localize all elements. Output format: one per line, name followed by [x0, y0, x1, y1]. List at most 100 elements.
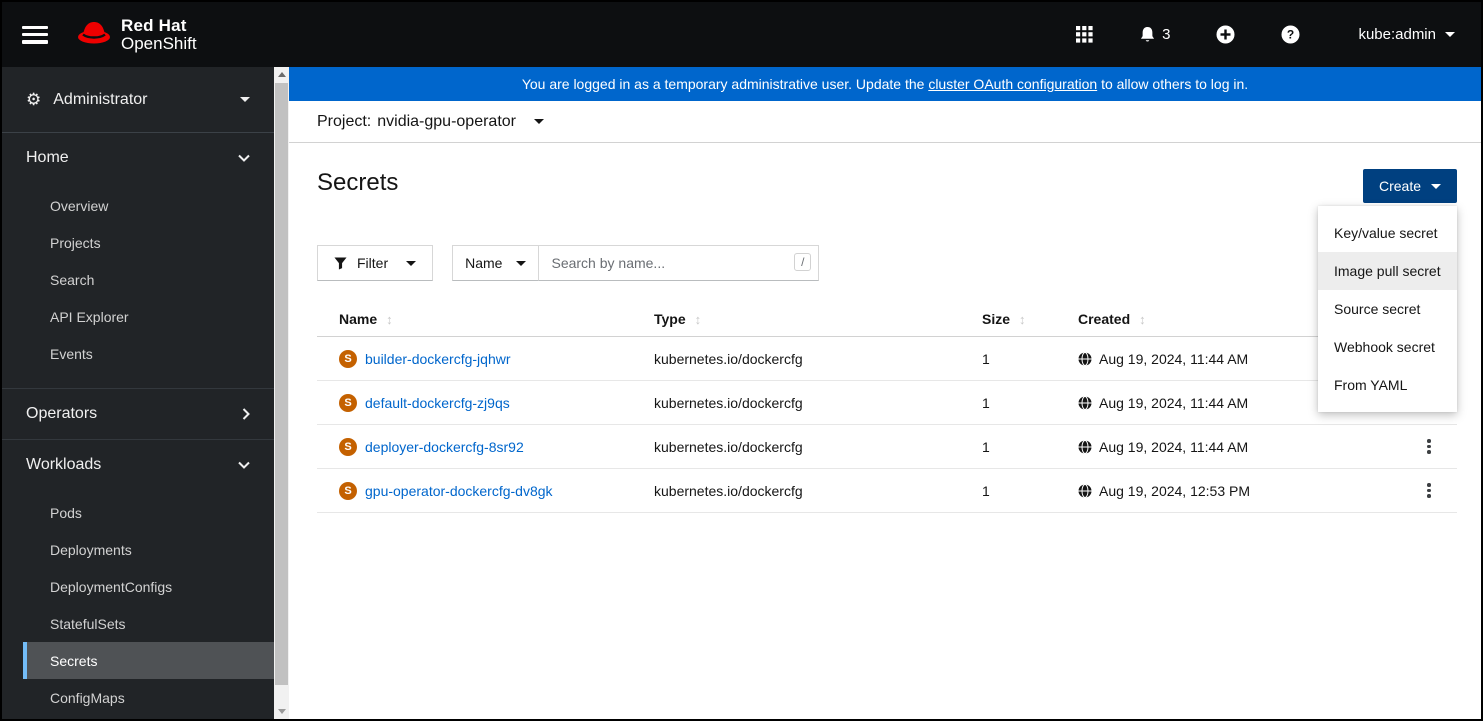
globe-timestamp-icon	[1078, 395, 1092, 410]
menu-item-source-secret[interactable]: Source secret	[1318, 290, 1457, 328]
perspective-switcher[interactable]: ⚙ Administrator	[2, 67, 274, 133]
caret-down-icon	[1431, 183, 1441, 189]
import-plus-circle-icon[interactable]	[1216, 25, 1235, 44]
secret-resource-icon: S	[339, 437, 357, 456]
svg-text:?: ?	[1287, 28, 1294, 42]
caret-down-icon	[534, 119, 544, 124]
username: kube:admin	[1358, 26, 1436, 43]
table-row: S gpu-operator-dockercfg-dv8gk kubernete…	[317, 469, 1457, 513]
nav-item-events[interactable]: Events	[2, 335, 274, 372]
sort-icon: ↕	[1019, 311, 1026, 327]
caret-down-icon	[406, 260, 417, 266]
secret-resource-icon: S	[339, 481, 357, 500]
slash-shortcut-hint: /	[794, 253, 812, 271]
sidebar-scrollbar[interactable]	[274, 67, 289, 719]
nav-item-search[interactable]: Search	[2, 261, 274, 298]
globe-timestamp-icon	[1078, 351, 1092, 366]
redhat-openshift-logo[interactable]: Red Hat OpenShift	[76, 15, 197, 53]
chevron-down-icon	[1445, 32, 1455, 37]
table-row: S deployer-dockercfg-8sr92 kubernetes.io…	[317, 425, 1457, 469]
nav-section-home[interactable]: Home	[2, 133, 274, 183]
secret-size: 1	[982, 482, 990, 499]
secret-size: 1	[982, 350, 990, 367]
menu-item-webhook-secret[interactable]: Webhook secret	[1318, 328, 1457, 366]
project-selector[interactable]: Project: nvidia-gpu-operator	[317, 113, 544, 131]
caret-down-icon	[516, 260, 527, 266]
search-attribute-dropdown[interactable]: Name	[452, 245, 540, 281]
filter-toolbar: Filter Name /	[317, 245, 1457, 281]
chevron-down-icon	[238, 461, 250, 469]
nav-toggle-hamburger-icon[interactable]	[22, 25, 48, 44]
secret-link[interactable]: deployer-dockercfg-8sr92	[365, 439, 524, 455]
secret-size: 1	[982, 438, 990, 455]
nav-item-api-explorer[interactable]: API Explorer	[2, 298, 274, 335]
secret-link[interactable]: default-dockercfg-zj9qs	[365, 395, 510, 411]
search-input[interactable]	[539, 245, 820, 281]
banner-text-before: You are logged in as a temporary adminis…	[521, 76, 929, 92]
nav-item-deploymentconfigs[interactable]: DeploymentConfigs	[2, 568, 274, 605]
secret-type: kubernetes.io/dockercfg	[654, 482, 803, 499]
create-dropdown-menu: Key/value secret Image pull secret Sourc…	[1318, 206, 1457, 412]
secret-type: kubernetes.io/dockercfg	[654, 394, 803, 411]
secret-type: kubernetes.io/dockercfg	[654, 350, 803, 367]
nav-item-projects[interactable]: Projects	[2, 224, 274, 261]
table-row: S builder-dockercfg-jqhwr kubernetes.io/…	[317, 337, 1457, 381]
secret-link[interactable]: gpu-operator-dockercfg-dv8gk	[365, 483, 553, 499]
secret-created: Aug 19, 2024, 12:53 PM	[1099, 482, 1250, 499]
nav-section-operators[interactable]: Operators	[2, 389, 274, 439]
nav-item-overview[interactable]: Overview	[2, 187, 274, 224]
nav-item-secrets[interactable]: Secrets	[23, 642, 274, 679]
create-button[interactable]: Create	[1362, 169, 1457, 203]
secrets-table: Name ↕ Type ↕ Size ↕ Created ↕ S builder-doc…	[317, 302, 1457, 513]
column-header-type[interactable]: Type ↕	[632, 311, 960, 327]
menu-item-from-yaml[interactable]: From YAML	[1318, 366, 1457, 404]
perspective-label: Administrator	[53, 90, 148, 108]
app-launcher-grid-icon[interactable]	[1076, 26, 1093, 43]
menu-item-image-pull-secret[interactable]: Image pull secret	[1318, 252, 1457, 290]
nav-section-workloads[interactable]: Workloads	[2, 440, 274, 490]
gears-icon: ⚙	[26, 89, 42, 109]
brand-text: Red Hat OpenShift	[121, 15, 197, 53]
column-header-size[interactable]: Size ↕	[960, 311, 1056, 327]
nav-item-statefulsets[interactable]: StatefulSets	[2, 605, 274, 642]
globe-timestamp-icon	[1078, 439, 1092, 454]
chevron-down-icon	[238, 154, 250, 162]
openshift-console-window: Red Hat OpenShift 3 ? kube:admin ⚙ Admin…	[0, 0, 1483, 721]
chevron-right-icon	[242, 408, 250, 420]
redhat-hat-icon	[76, 19, 112, 51]
help-question-circle-icon[interactable]: ?	[1281, 25, 1300, 44]
login-banner: You are logged in as a temporary adminis…	[289, 67, 1481, 101]
project-value: nvidia-gpu-operator	[377, 112, 516, 130]
secret-resource-icon: S	[339, 349, 357, 368]
menu-item-key-value-secret[interactable]: Key/value secret	[1318, 214, 1457, 252]
secret-created: Aug 19, 2024, 11:44 AM	[1099, 438, 1249, 455]
nav-home-items: Overview Projects Search API Explorer Ev…	[2, 183, 274, 388]
secret-size: 1	[982, 394, 990, 411]
column-header-name[interactable]: Name ↕	[317, 311, 632, 327]
sidebar-nav: ⚙ Administrator Home Overview Projects S…	[2, 67, 274, 719]
scrollbar-thumb[interactable]	[275, 83, 288, 685]
scrollbar-up-arrow[interactable]	[274, 67, 289, 82]
project-label: Project:	[317, 112, 372, 130]
sort-icon: ↕	[1139, 311, 1146, 327]
filter-dropdown[interactable]: Filter	[317, 245, 434, 281]
table-header-row: Name ↕ Type ↕ Size ↕ Created ↕	[317, 302, 1457, 337]
table-row: S default-dockercfg-zj9qs kubernetes.io/…	[317, 381, 1457, 425]
nav-item-pods[interactable]: Pods	[2, 494, 274, 531]
secret-link[interactable]: builder-dockercfg-jqhwr	[365, 351, 511, 367]
filter-funnel-icon	[334, 256, 347, 270]
notifications-bell-icon[interactable]: 3	[1139, 26, 1170, 44]
row-kebab-menu-icon[interactable]	[1417, 479, 1441, 503]
scrollbar-down-arrow[interactable]	[274, 704, 289, 719]
secret-type: kubernetes.io/dockercfg	[654, 438, 803, 455]
nav-item-configmaps[interactable]: ConfigMaps	[2, 679, 274, 716]
secret-created: Aug 19, 2024, 11:44 AM	[1099, 394, 1249, 411]
masthead-toolbar: 3 ?	[1030, 25, 1300, 44]
nav-workloads-items: Pods Deployments DeploymentConfigs State…	[2, 490, 274, 719]
user-menu[interactable]: kube:admin	[1358, 26, 1455, 43]
row-kebab-menu-icon[interactable]	[1417, 435, 1441, 459]
caret-down-icon	[240, 97, 250, 102]
banner-text-after: to allow others to log in.	[1097, 76, 1249, 92]
cluster-oauth-configuration-link[interactable]: cluster OAuth configuration	[928, 76, 1097, 92]
nav-item-deployments[interactable]: Deployments	[2, 531, 274, 568]
